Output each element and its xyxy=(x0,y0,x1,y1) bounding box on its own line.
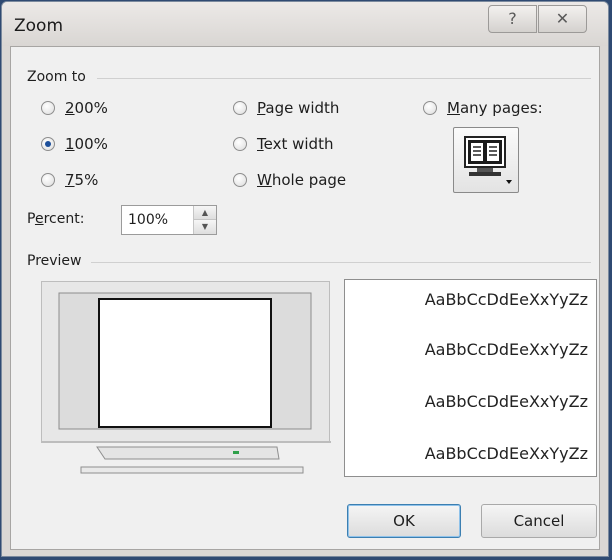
sample-text-line: AaBbCcDdEeXxYyZz xyxy=(424,392,588,411)
radio-200[interactable]: 200% xyxy=(41,99,108,117)
radio-button-circle-checked[interactable] xyxy=(41,137,55,151)
preview-sample-text-box: AaBbCcDdEeXxYyZz AaBbCcDdEeXxYyZz AaBbCc… xyxy=(344,279,597,477)
radio-whole-page[interactable]: Whole page xyxy=(233,171,346,189)
radio-button-circle[interactable] xyxy=(233,173,247,187)
sample-text-line: AaBbCcDdEeXxYyZz xyxy=(424,290,588,309)
help-button[interactable]: ? xyxy=(488,5,537,33)
radio-button-circle[interactable] xyxy=(41,101,55,115)
radio-200-label: 200% xyxy=(65,99,108,117)
radio-button-circle[interactable] xyxy=(233,101,247,115)
radio-100-label: 100% xyxy=(65,135,108,153)
cancel-button[interactable]: Cancel xyxy=(481,504,597,538)
radio-button-circle[interactable] xyxy=(423,101,437,115)
percent-value[interactable]: 100% xyxy=(128,212,168,228)
radio-75-label: 75% xyxy=(65,171,99,189)
radio-text-width-label: Text width xyxy=(257,135,334,153)
radio-75[interactable]: 75% xyxy=(41,171,98,189)
percent-spinner: ▲ ▼ xyxy=(193,206,216,234)
sample-text-line: AaBbCcDdEeXxYyZz xyxy=(424,340,588,359)
close-icon: ✕ xyxy=(555,9,570,28)
percent-label: Percent: xyxy=(27,211,85,227)
dialog-body: Zoom to 200% 100% 75% Page width Text wi… xyxy=(10,46,600,550)
radio-page-width[interactable]: Page width xyxy=(233,99,339,117)
title-bar: Zoom ? ✕ xyxy=(2,2,608,46)
sample-text-line: AaBbCcDdEeXxYyZz xyxy=(424,444,588,463)
zoom-dialog: Zoom ? ✕ Zoom to 200% 100% 75% Page widt… xyxy=(1,1,609,557)
radio-button-circle[interactable] xyxy=(41,173,55,187)
radio-many-pages-label: Many pages: xyxy=(447,99,543,117)
dialog-title: Zoom xyxy=(14,16,64,36)
spin-down-button[interactable]: ▼ xyxy=(194,220,216,234)
zoom-to-group-label: Zoom to xyxy=(27,69,86,85)
preview-monitor-graphic xyxy=(41,281,331,474)
spin-up-button[interactable]: ▲ xyxy=(194,206,216,220)
radio-button-circle[interactable] xyxy=(233,137,247,151)
radio-many-pages[interactable]: Many pages: xyxy=(423,99,543,117)
radio-whole-page-label: Whole page xyxy=(257,171,347,189)
percent-spinbox[interactable]: 100% ▲ ▼ xyxy=(121,205,217,235)
monitor-pages-icon xyxy=(464,136,512,184)
zoom-to-divider xyxy=(97,78,591,79)
many-pages-button[interactable] xyxy=(453,127,519,193)
radio-text-width[interactable]: Text width xyxy=(233,135,333,153)
help-icon: ? xyxy=(508,9,517,28)
ok-button[interactable]: OK xyxy=(347,504,461,538)
preview-divider xyxy=(91,262,591,263)
close-button[interactable]: ✕ xyxy=(538,5,587,33)
preview-group-label: Preview xyxy=(27,253,82,269)
radio-page-width-label: Page width xyxy=(257,99,340,117)
radio-100[interactable]: 100% xyxy=(41,135,108,153)
